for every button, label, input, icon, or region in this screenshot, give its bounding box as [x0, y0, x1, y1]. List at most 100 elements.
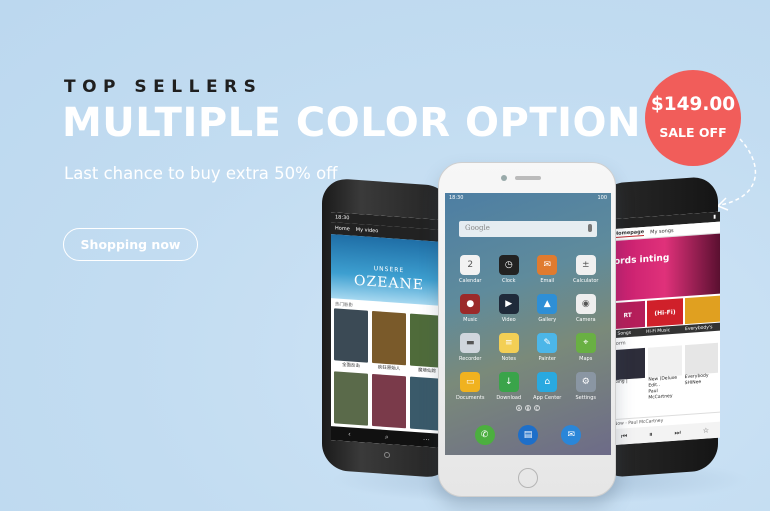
app-label: Clock	[501, 278, 516, 284]
search-icon[interactable]: ⌕	[385, 432, 389, 441]
app-label: App Center	[533, 395, 562, 401]
app-video[interactable]: ▶ Video	[490, 294, 529, 323]
poster-label: 全面反击	[342, 362, 360, 370]
ocean-banner[interactable]: UNSERE OZEANE	[331, 234, 447, 307]
album-cover	[612, 347, 646, 381]
more-icon[interactable]: ⋯	[423, 436, 430, 444]
app-email[interactable]: ✉ Email	[528, 255, 567, 284]
tile-label: Everybody's	[685, 324, 713, 332]
app-calendar[interactable]: 2 Calendar	[451, 255, 490, 284]
app-label: Camera	[575, 317, 596, 323]
status-time: 18:30	[449, 195, 464, 201]
shopping-now-button[interactable]: Shopping now	[63, 228, 198, 261]
sale-price: $149.00	[650, 94, 736, 115]
album-item[interactable]: nding |	[612, 347, 646, 404]
google-search-bar[interactable]: Google	[459, 221, 597, 237]
left-phone: 18:30▮ Home My video UNSERE OZEANE 热门影影 …	[322, 177, 452, 479]
recorder-icon: ▬	[460, 333, 481, 353]
back-icon[interactable]: ‹	[348, 430, 351, 438]
battery-icon: ▮	[713, 213, 716, 221]
app-recorder[interactable]: ▬ Recorder	[451, 333, 490, 362]
app-documents[interactable]: ▭ Documents	[451, 372, 490, 401]
tab-my-video[interactable]: My video	[356, 227, 379, 235]
gallery-icon: ▲	[537, 294, 558, 314]
video-icon: ▶	[498, 294, 519, 314]
notes-icon: ≡	[498, 333, 519, 353]
tab-my-songs[interactable]: My songs	[650, 227, 673, 235]
app-label: Download	[496, 395, 522, 401]
album-item[interactable]: Everybody SHINee	[684, 342, 718, 399]
page-dot[interactable]: B	[525, 405, 531, 411]
app-camera[interactable]: ◉ Camera	[567, 294, 606, 323]
album-title: nding |	[612, 379, 628, 386]
album-grid: nding | New (Deluxe Edit.. Paul McCartney…	[612, 342, 718, 404]
app-label: Documents	[455, 395, 485, 401]
app-download[interactable]: ↓ Download	[490, 372, 529, 401]
app-label: Recorder	[459, 356, 482, 362]
music-tile[interactable]	[684, 295, 720, 325]
phone-icon[interactable]: ✆	[474, 425, 495, 445]
star-icon[interactable]: ☆	[703, 426, 709, 434]
home-button[interactable]	[518, 468, 538, 488]
poster-item[interactable]: 疯狂原始人	[372, 310, 406, 372]
app-calculator[interactable]: ± Calculator	[567, 255, 606, 284]
download-icon: ↓	[498, 372, 519, 392]
tab-homepage[interactable]: Homepage	[614, 228, 645, 239]
settings-icon: ⚙	[575, 372, 596, 392]
app-music[interactable]: ● Music	[451, 294, 490, 323]
app-label: Video	[501, 317, 516, 323]
app-maps[interactable]: ⌖ Maps	[567, 333, 606, 362]
pause-icon[interactable]: ⏸	[649, 430, 653, 439]
search-placeholder: Google	[465, 224, 490, 232]
app-label: Calendar	[459, 278, 482, 284]
poster-label: 疯狂原始人	[377, 365, 401, 372]
app-grid: 2 Calendar ◷ Clock ✉ Email ± Calculator ● Music ▶ V…	[451, 255, 605, 401]
app-dock: ✆ ▤ ✉	[445, 415, 611, 455]
app-app-center[interactable]: ⌂ App Center	[528, 372, 567, 401]
tab-home[interactable]: Home	[335, 225, 350, 232]
right-phone: ▮ Homepage My songs ords inting RT (Hi-F…	[598, 175, 720, 479]
page-indicator: ABC	[445, 405, 611, 411]
previous-icon[interactable]: ⏮	[621, 432, 627, 441]
status-bar: 18:30 100	[445, 193, 611, 203]
music-banner[interactable]: ords inting	[610, 233, 720, 302]
app-clock[interactable]: ◷ Clock	[490, 255, 529, 284]
app-notes[interactable]: ≡ Notes	[490, 333, 529, 362]
poster-image	[372, 373, 406, 429]
poster-image	[334, 371, 368, 426]
music-icon: ●	[460, 294, 481, 314]
contacts-icon[interactable]: ▤	[517, 425, 538, 445]
app-center-icon: ⌂	[537, 372, 558, 392]
album-cover	[684, 342, 718, 376]
app-label: Music	[463, 317, 478, 323]
app-label: Settings	[575, 395, 596, 401]
calendar-icon: 2	[460, 255, 481, 275]
page-dot[interactable]: C	[534, 405, 540, 411]
poster-item[interactable]	[372, 373, 406, 429]
messages-icon[interactable]: ✉	[561, 425, 582, 445]
album-item[interactable]: New (Deluxe Edit.. Paul McCartney	[648, 345, 682, 401]
app-gallery[interactable]: ▲ Gallery	[528, 294, 567, 323]
poster-item[interactable]	[334, 371, 368, 426]
poster-image	[334, 308, 368, 363]
left-phone-screen: 18:30▮ Home My video UNSERE OZEANE 热门影影 …	[331, 212, 447, 449]
camera-icon: ◉	[575, 294, 596, 314]
next-icon[interactable]: ⏭	[675, 428, 681, 437]
battery-level: 100	[597, 195, 607, 201]
page-dot[interactable]: A	[516, 405, 522, 411]
right-phone-screen: ▮ Homepage My songs ords inting RT (Hi-F…	[610, 211, 720, 446]
album-artist: SHINee	[684, 379, 702, 387]
subline: Last chance to buy extra 50% off	[64, 164, 338, 183]
earpiece	[515, 176, 541, 180]
microphone-icon[interactable]	[588, 224, 592, 232]
app-settings[interactable]: ⚙ Settings	[567, 372, 606, 401]
painter-icon: ✎	[537, 333, 558, 353]
app-label: Maps	[579, 356, 593, 362]
app-painter[interactable]: ✎ Painter	[528, 333, 567, 362]
music-tile[interactable]: (Hi-Fi)	[647, 298, 683, 327]
app-label: Calculator	[573, 278, 599, 284]
home-button[interactable]	[384, 451, 390, 459]
maps-icon: ⌖	[575, 333, 596, 353]
app-label: Painter	[538, 356, 556, 362]
poster-item[interactable]: 全面反击	[334, 308, 368, 369]
